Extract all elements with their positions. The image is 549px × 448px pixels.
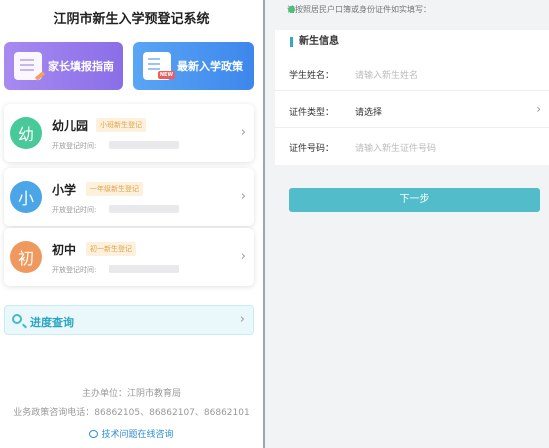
school-card-primary[interactable]: 小 小学 一年级新生登记 开放登记时间: › bbox=[4, 168, 254, 226]
notice-dot-icon bbox=[288, 6, 295, 13]
student-name-input[interactable]: 请输入新生姓名 bbox=[355, 68, 418, 81]
open-time-value bbox=[109, 265, 179, 273]
parent-guide-button[interactable]: 家长填报指南 bbox=[4, 42, 123, 90]
progress-query-label: 进度查询 bbox=[30, 316, 74, 329]
open-time-value bbox=[109, 205, 179, 213]
form-notice: 请按照居民户口簿或身份证件如实填写： bbox=[287, 5, 431, 14]
student-name-field[interactable]: 学生姓名： 请输入新生姓名 bbox=[275, 57, 549, 91]
school-name: 初中 bbox=[52, 243, 77, 257]
next-button[interactable]: 下一步 bbox=[289, 188, 540, 212]
section-title: 新生信息 bbox=[290, 37, 339, 47]
school-tag: 小班新生登记 bbox=[96, 118, 146, 132]
field-label: 证件号码： bbox=[289, 144, 335, 154]
support-link[interactable]: 技术问题在线咨询 bbox=[0, 427, 263, 440]
chevron-right-icon: › bbox=[240, 249, 246, 264]
chevron-right-icon: › bbox=[240, 125, 246, 140]
school-name: 小学 bbox=[52, 183, 77, 197]
guide-icon bbox=[14, 52, 42, 80]
chevron-right-icon: › bbox=[239, 312, 245, 327]
id-type-select[interactable]: 请选择 bbox=[355, 105, 382, 118]
primary-icon: 小 bbox=[10, 181, 42, 213]
field-label: 学生姓名： bbox=[289, 71, 335, 81]
school-name: 幼儿园 bbox=[52, 119, 89, 133]
id-type-field[interactable]: 证件类型： 请选择 › bbox=[275, 94, 549, 128]
progress-query-button[interactable]: 进度查询 › bbox=[4, 305, 254, 335]
admission-policy-button[interactable]: 最新入学政策 bbox=[133, 42, 254, 90]
chevron-right-icon: › bbox=[240, 189, 246, 204]
hotline-text: 业务政策咨询电话：86862105、86862107、86862101 bbox=[13, 408, 250, 418]
page-title: 江阴市新生入学预登记系统 bbox=[53, 12, 210, 27]
school-card-kindergarten[interactable]: 幼 幼儿园 小班新生登记 开放登记时间: › bbox=[4, 104, 254, 162]
id-number-field[interactable]: 证件号码： 请输入新生证件号码 bbox=[275, 130, 549, 164]
chevron-right-icon: › bbox=[536, 102, 541, 116]
support-label: 技术问题在线咨询 bbox=[101, 430, 174, 440]
left-panel: 江阴市新生入学预登记系统 家长填报指南 最新入学政策 幼 幼儿园 小班新生登记 … bbox=[0, 0, 263, 448]
student-info-section: 新生信息 学生姓名： 请输入新生姓名 证件类型： 请选择 › 证件号码： 请输入… bbox=[275, 30, 549, 165]
open-time-label: 开放登记时间: bbox=[52, 142, 97, 150]
parent-guide-label: 家长填报指南 bbox=[48, 60, 114, 73]
organizer-text: 主办单位：江阴市教育局 bbox=[81, 389, 181, 399]
id-number-input[interactable]: 请输入新生证件号码 bbox=[355, 141, 436, 154]
open-time-value bbox=[109, 141, 179, 149]
open-time-label: 开放登记时间: bbox=[52, 266, 97, 274]
school-tag: 初一新生登记 bbox=[86, 242, 136, 256]
chat-icon bbox=[89, 430, 99, 438]
school-card-middle[interactable]: 初 初中 初一新生登记 开放登记时间: › bbox=[4, 228, 254, 286]
kindergarten-icon: 幼 bbox=[10, 117, 42, 149]
field-label: 证件类型： bbox=[289, 108, 335, 118]
admission-policy-label: 最新入学政策 bbox=[177, 60, 243, 73]
open-time-label: 开放登记时间: bbox=[52, 206, 97, 214]
middle-school-icon: 初 bbox=[10, 241, 42, 273]
policy-icon bbox=[143, 52, 175, 80]
school-tag: 一年级新生登记 bbox=[86, 182, 143, 196]
search-icon bbox=[12, 314, 22, 324]
